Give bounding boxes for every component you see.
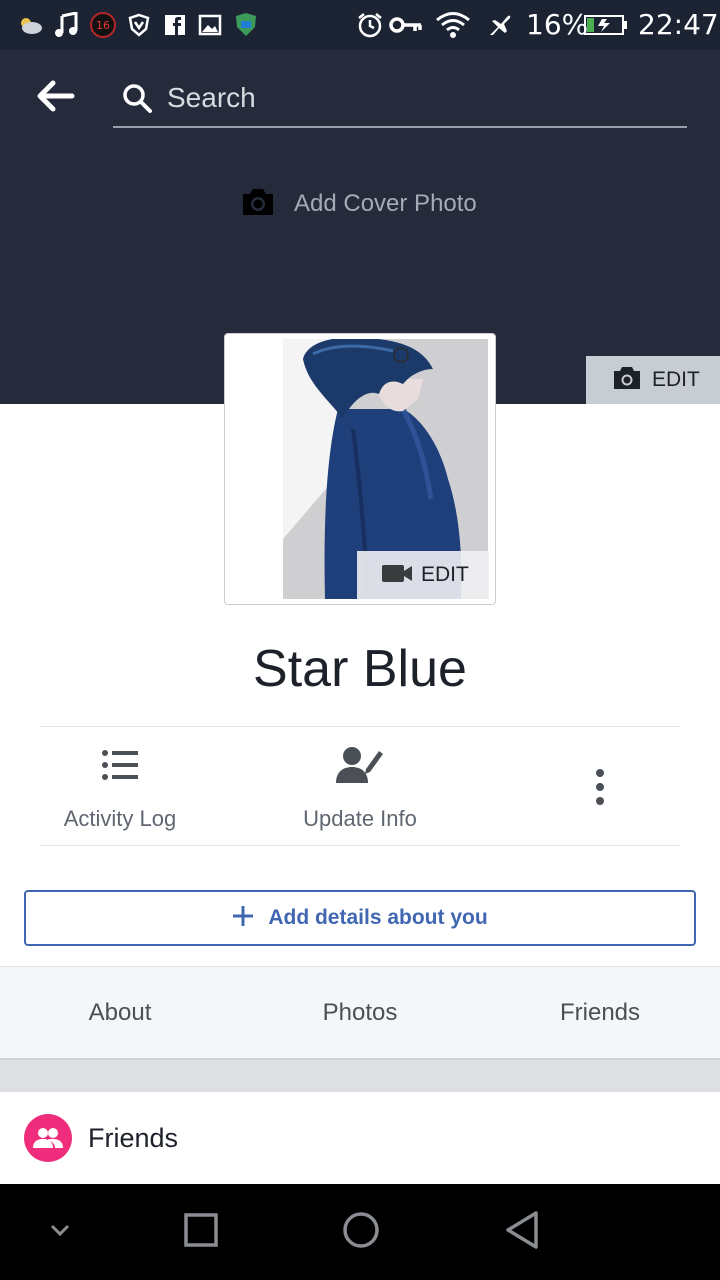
add-details-label: Add details about you: [268, 906, 488, 929]
recent-apps-button[interactable]: [161, 1202, 241, 1262]
friends-section-title: Friends: [88, 1122, 179, 1153]
tab-friends[interactable]: Friends: [480, 967, 720, 1059]
update-info-label: Update Info: [303, 806, 417, 831]
airplane-icon: [484, 10, 516, 40]
activity-log-label: Activity Log: [63, 806, 177, 831]
cover-edit-label: EDIT: [652, 368, 700, 391]
alarm-icon: [355, 10, 385, 40]
add-details-button[interactable]: Add details about you: [24, 890, 696, 946]
home-button[interactable]: [321, 1202, 401, 1262]
wifi-icon: [434, 10, 472, 40]
profile-name: Star Blue: [253, 640, 467, 698]
section-separator: [0, 1060, 720, 1092]
profile-picture-frame[interactable]: EDIT: [224, 333, 496, 605]
clock: 22:47: [638, 8, 719, 41]
plus-icon: [232, 905, 254, 932]
more-vertical-icon: [594, 740, 606, 834]
divider: [40, 845, 680, 846]
battery-icon: [583, 10, 629, 40]
facebook-icon: [162, 10, 188, 40]
vpn-icon: [232, 10, 260, 40]
shield-icon: [126, 10, 152, 40]
search-input[interactable]: [167, 78, 667, 118]
search-icon: [121, 82, 153, 114]
camera-icon: [240, 187, 276, 222]
weather-icon: [16, 10, 44, 40]
profile-edit-label: EDIT: [421, 563, 469, 586]
more-options-button[interactable]: [480, 740, 720, 840]
notification-count: 16: [96, 18, 110, 32]
triangle-back-icon: [504, 1210, 540, 1255]
profile-picture-edit-button[interactable]: EDIT: [357, 551, 489, 599]
battery-percentage: 16%: [526, 8, 589, 41]
back-nav-button[interactable]: [482, 1202, 562, 1262]
notification-badge-icon: 16: [88, 10, 118, 40]
friends-icon: [24, 1114, 72, 1162]
friends-section-header[interactable]: Friends: [0, 1092, 720, 1184]
back-button[interactable]: [30, 78, 80, 118]
profile-tabs: About Photos Friends: [0, 966, 720, 1060]
edit-person-icon: [336, 740, 384, 790]
add-cover-photo-button[interactable]: Add Cover Photo: [240, 184, 477, 224]
music-icon: [52, 10, 80, 40]
tab-photos[interactable]: Photos: [240, 967, 480, 1059]
divider: [40, 726, 680, 727]
activity-log-button[interactable]: Activity Log: [0, 740, 240, 840]
circle-icon: [342, 1211, 380, 1254]
video-camera-icon: [381, 562, 413, 589]
chevron-down-icon: [49, 1223, 71, 1242]
tab-about[interactable]: About: [0, 967, 240, 1059]
status-bar: 16 16% 22:47: [0, 0, 720, 50]
update-info-button[interactable]: Update Info: [240, 740, 480, 840]
search-bar[interactable]: [113, 72, 687, 128]
system-navigation-bar: [0, 1184, 720, 1280]
gallery-icon: [196, 10, 224, 40]
back-arrow-icon: [35, 80, 75, 117]
list-icon: [101, 740, 139, 790]
camera-icon: [612, 366, 642, 395]
cover-edit-button[interactable]: EDIT: [586, 356, 720, 404]
add-cover-photo-label: Add Cover Photo: [294, 190, 477, 217]
hide-nav-button[interactable]: [20, 1202, 100, 1262]
key-icon: [388, 10, 424, 40]
square-icon: [184, 1212, 218, 1252]
